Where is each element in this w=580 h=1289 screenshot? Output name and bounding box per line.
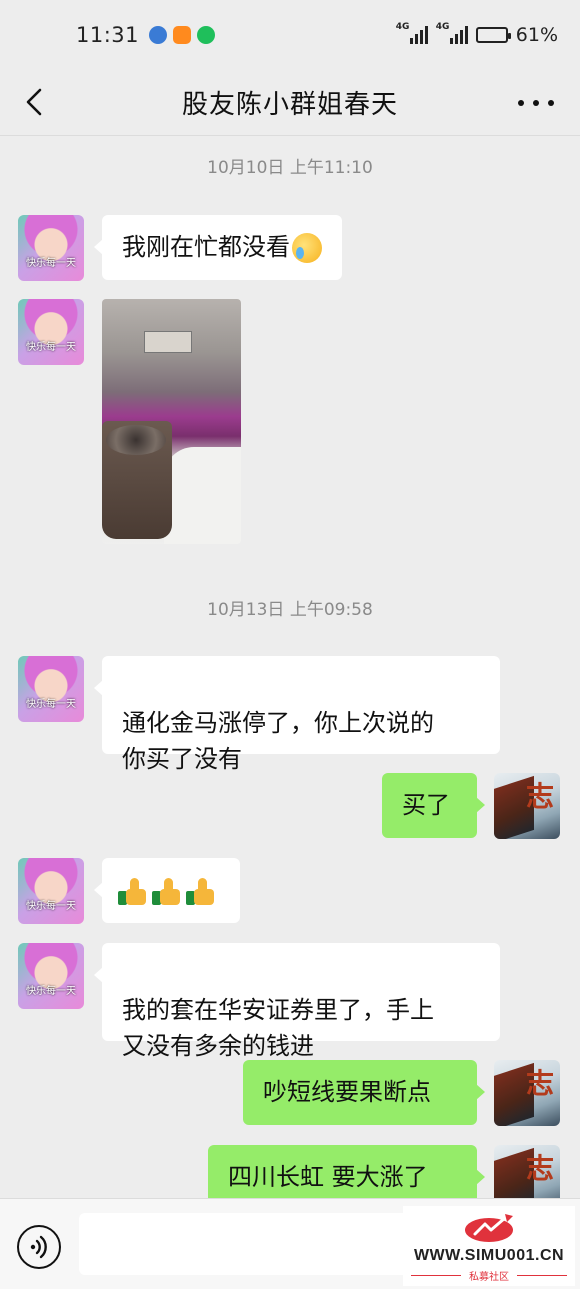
- thumbs-up-emojis: [118, 877, 216, 907]
- friend-avatar[interactable]: 快乐每一天: [18, 943, 84, 1009]
- friend-avatar[interactable]: 快乐每一天: [18, 858, 84, 924]
- site-watermark: WWW.SIMU001.CN 私募社区: [403, 1206, 575, 1286]
- back-arrow-icon[interactable]: [20, 84, 56, 120]
- voice-input-icon[interactable]: [17, 1225, 61, 1269]
- watermark-logo-icon: [465, 1214, 513, 1242]
- message-timestamp: 10月13日 上午09:58: [207, 600, 373, 620]
- status-time: 11:31: [76, 23, 140, 47]
- friend-message-bubble[interactable]: [94, 858, 240, 923]
- my-avatar[interactable]: 志: [494, 773, 560, 839]
- chat-header: 股友陈小群姐春天: [0, 70, 580, 136]
- chat-title: 股友陈小群姐春天: [181, 90, 398, 120]
- my-message-bubble[interactable]: 吵短线要果断点: [243, 1060, 485, 1125]
- more-options-icon[interactable]: [518, 88, 554, 118]
- browser-app-icon: [149, 26, 168, 44]
- friend-message-bubble[interactable]: 我刚在忙都没看: [94, 215, 342, 280]
- thumbs-up-icon: [186, 877, 216, 907]
- chat-app-icon: [197, 26, 216, 44]
- watermark-url: WWW.SIMU001.CN: [413, 1247, 565, 1264]
- thumbs-up-icon: [118, 877, 148, 907]
- friend-avatar[interactable]: 快乐每一天: [18, 215, 84, 281]
- video-app-icon: [173, 26, 192, 44]
- battery-icon: [475, 27, 511, 43]
- friend-avatar[interactable]: 快乐每一天: [18, 299, 84, 365]
- message-text: 我的套在华安证券里了，手上 又没有多余的钱进: [122, 996, 434, 1060]
- thumbs-up-icon: [152, 877, 182, 907]
- watermark-subtitle: 私募社区: [403, 1268, 575, 1283]
- signal-icon-2: 4G: [436, 22, 468, 44]
- message-text: 买了: [402, 791, 450, 819]
- friend-message-bubble[interactable]: 我的套在华安证券里了，手上 又没有多余的钱进: [94, 943, 500, 1060]
- my-avatar[interactable]: 志: [494, 1060, 560, 1126]
- my-message-bubble[interactable]: 买了: [382, 773, 485, 838]
- notification-icons: [149, 26, 216, 44]
- message-text: 我刚在忙都没看: [122, 233, 290, 261]
- message-text: 通化金马涨停了，你上次说的 你买了没有: [122, 709, 434, 773]
- friend-avatar[interactable]: 快乐每一天: [18, 656, 84, 722]
- image-message[interactable]: [102, 299, 241, 544]
- friend-message-bubble[interactable]: 通化金马涨停了，你上次说的 你买了没有: [94, 656, 500, 773]
- message-text: 四川长虹 要大涨了: [228, 1163, 428, 1191]
- signal-icon: 4G: [396, 22, 428, 44]
- message-text: 吵短线要果断点: [263, 1078, 431, 1106]
- status-bar: 11:31 4G 4G 61%: [0, 0, 580, 70]
- battery-percent: 61%: [515, 24, 558, 46]
- message-timestamp: 10月10日 上午11:10: [207, 158, 373, 178]
- crying-face-icon: [292, 233, 322, 263]
